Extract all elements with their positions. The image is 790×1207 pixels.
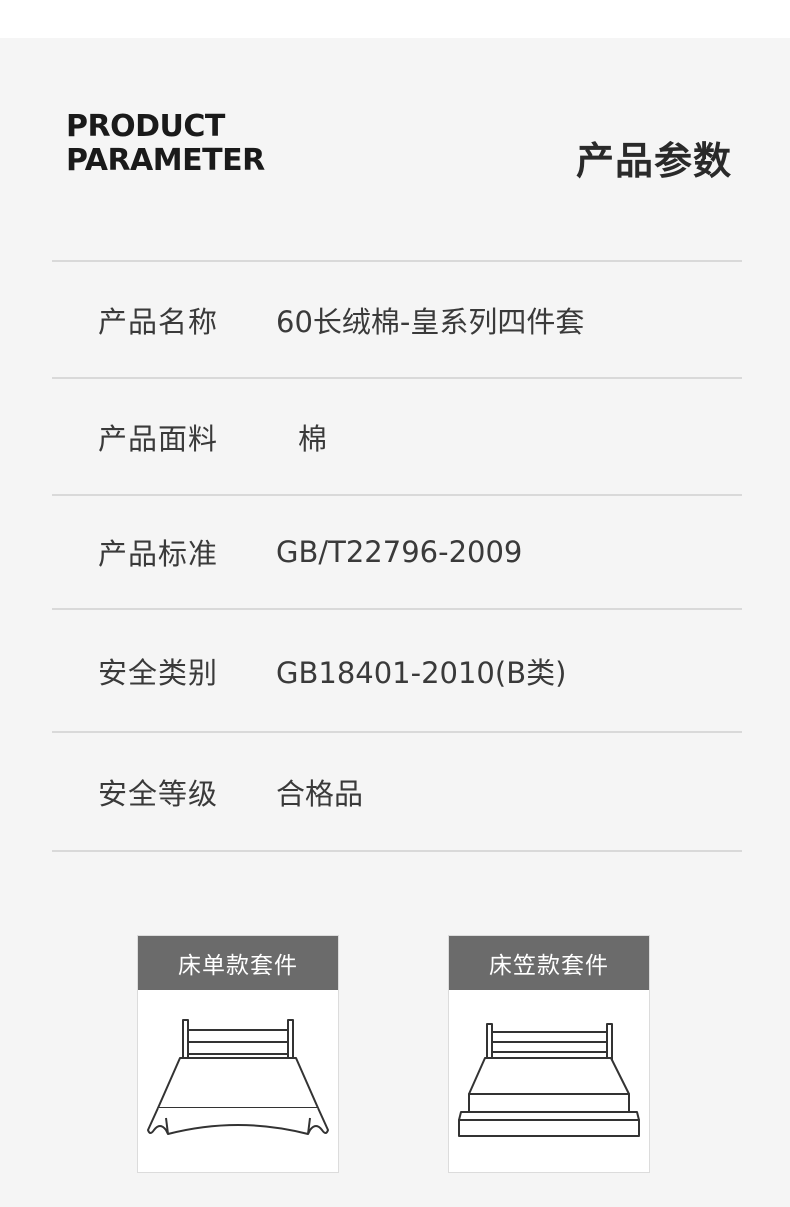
- param-row-safety-grade: 安全等级 合格品: [52, 731, 742, 852]
- card-title: 床单款套件: [138, 936, 338, 990]
- fitted-sheet-bed-icon: [458, 1023, 640, 1137]
- param-label: 安全类别: [98, 655, 219, 690]
- param-value: 60长绒棉-皇系列四件套: [276, 304, 585, 339]
- param-label: 安全等级: [98, 776, 219, 811]
- fitted-sheet-set-card: 床笠款套件: [448, 935, 650, 1173]
- card-title: 床笠款套件: [449, 936, 649, 990]
- parameter-table: 产品名称 60长绒棉-皇系列四件套 产品面料 棉 产品标准 GB/T22796-…: [52, 260, 742, 852]
- bed-sheet-icon: [147, 1019, 329, 1135]
- param-row-standard: 产品标准 GB/T22796-2009: [52, 494, 742, 608]
- english-title: PRODUCT PARAMETER: [66, 110, 265, 178]
- param-label: 产品名称: [98, 304, 219, 339]
- chinese-title: 产品参数: [575, 139, 732, 183]
- param-value: GB/T22796-2009: [276, 535, 523, 569]
- bed-sheet-set-card: 床单款套件: [137, 935, 339, 1173]
- param-row-fabric: 产品面料 棉: [52, 377, 742, 494]
- param-label: 产品标准: [98, 537, 219, 571]
- english-title-line-1: PRODUCT: [66, 109, 225, 144]
- param-value: 合格品: [276, 776, 364, 811]
- param-value: GB18401-2010(B类): [276, 655, 567, 690]
- param-row-name: 产品名称 60长绒棉-皇系列四件套: [52, 260, 742, 377]
- param-label: 产品面料: [98, 421, 219, 456]
- english-title-line-2: PARAMETER: [66, 143, 265, 178]
- param-row-safety-category: 安全类别 GB18401-2010(B类): [52, 608, 742, 731]
- param-value: 棉: [298, 421, 328, 456]
